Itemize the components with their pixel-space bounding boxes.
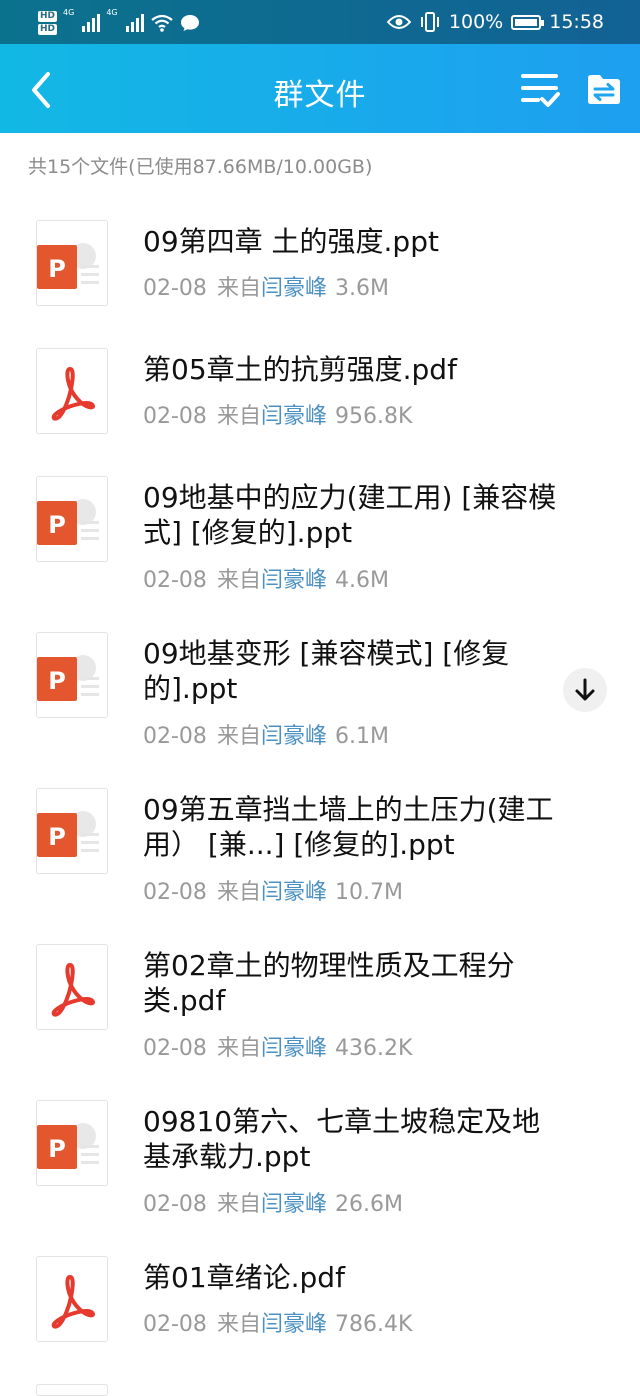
list-check-icon[interactable] [520, 70, 560, 108]
network-label-b: 4G [106, 8, 118, 17]
list-item[interactable]: P 09地基中的应力(建工用) [兼容模式] [修复的].ppt 02-08 来自… [0, 476, 640, 632]
file-size: 4.6M [334, 568, 389, 593]
file-sender[interactable]: 闫豪峰 [261, 1312, 327, 1337]
file-name: 09第四章 土的强度.ppt [143, 225, 439, 258]
list-item[interactable]: P 09地基变形 [兼容模式] [修复的].ppt 02-08 来自闫豪峰 6.1M [0, 632, 640, 788]
list-item[interactable]: P 09第四章 土的强度.ppt 02-08 来自闫豪峰 3.6M [0, 220, 640, 348]
status-left: HD HD 4G 4G [38, 8, 200, 38]
ppt-file-icon: P [36, 476, 108, 562]
ppt-file-icon: P [36, 220, 108, 306]
file-from: 来自 [216, 724, 261, 749]
file-size: 956.8K [334, 404, 413, 429]
file-name: 09第五章挡土墙上的土压力(建工用） [兼...] [修复的].ppt [143, 793, 554, 861]
file-size: 6.1M [334, 724, 389, 749]
hd-badges: HD HD [38, 11, 58, 35]
app-header: HD HD 4G 4G 100% 15:58 群文件 [0, 0, 640, 133]
file-sender[interactable]: 闫豪峰 [261, 1036, 327, 1061]
file-date: 02-08 [143, 1192, 207, 1217]
file-icon [36, 1384, 108, 1396]
clock: 15:58 [549, 11, 604, 33]
file-size: 786.4K [334, 1312, 413, 1337]
svg-text:P: P [48, 1135, 66, 1163]
file-from: 来自 [216, 404, 261, 429]
network-label-a: 4G [63, 8, 75, 17]
message-icon [180, 15, 199, 31]
eye-icon [386, 15, 411, 29]
file-meta: 02-08 来自闫豪峰 436.2K [143, 1030, 412, 1062]
file-date: 02-08 [143, 1312, 207, 1337]
list-item[interactable]: 第02章土的物理性质及工程分类.pdf 02-08 来自闫豪峰 436.2K [0, 944, 640, 1100]
file-from: 来自 [216, 1312, 261, 1337]
svg-text:P: P [48, 511, 66, 539]
ppt-file-icon: P [36, 1100, 108, 1186]
file-sender[interactable]: 闫豪峰 [261, 404, 327, 429]
ppt-file-icon: P [36, 632, 108, 718]
file-date: 02-08 [143, 880, 207, 905]
file-name: 第01章绪论.pdf [143, 1261, 345, 1294]
status-bar: HD HD 4G 4G 100% 15:58 [0, 0, 640, 44]
svg-text:P: P [48, 255, 66, 283]
file-meta: 02-08 来自闫豪峰 4.6M [143, 562, 389, 594]
file-date: 02-08 [143, 1036, 207, 1061]
file-from: 来自 [216, 880, 261, 905]
file-date: 02-08 [143, 568, 207, 593]
file-size: 10.7M [334, 880, 403, 905]
file-size: 3.6M [334, 276, 389, 301]
file-from: 来自 [216, 1036, 261, 1061]
file-meta: 02-08 来自闫豪峰 6.1M [143, 718, 389, 750]
file-date: 02-08 [143, 724, 207, 749]
file-sender[interactable]: 闫豪峰 [261, 880, 327, 905]
file-sender[interactable]: 闫豪峰 [261, 276, 327, 301]
file-meta: 02-08 来自闫豪峰 26.6M [143, 1186, 403, 1218]
file-name: 第02章土的物理性质及工程分类.pdf [143, 949, 515, 1017]
file-size: 26.6M [334, 1192, 403, 1217]
ppt-file-icon: P [36, 788, 108, 874]
file-sender[interactable]: 闫豪峰 [261, 1192, 327, 1217]
battery-icon [511, 14, 545, 30]
file-sender[interactable]: 闫豪峰 [261, 568, 327, 593]
svg-text:P: P [48, 823, 66, 851]
nav-bar: 群文件 [0, 44, 640, 133]
hd-icon: HD [38, 11, 58, 22]
list-item[interactable]: 第01章绪论.pdf 02-08 来自闫豪峰 786.4K [0, 1256, 640, 1384]
list-item[interactable]: P 09810第六、七章土坡稳定及地基承载力.ppt 02-08 来自闫豪峰 26.… [0, 1100, 640, 1256]
file-meta: 02-08 来自闫豪峰 786.4K [143, 1306, 412, 1338]
folder-transfer-icon[interactable] [586, 72, 622, 106]
battery-percent: 100% [448, 11, 504, 33]
wifi-icon [150, 14, 173, 32]
file-name: 第05章土的抗剪强度.pdf [143, 353, 457, 386]
arrow-down-icon [575, 678, 595, 701]
file-from: 来自 [216, 1192, 261, 1217]
vibrate-icon [420, 12, 439, 32]
pdf-file-icon [36, 348, 108, 434]
pdf-file-icon [36, 944, 108, 1030]
list-item[interactable]: 第05章土的抗剪强度.pdf 02-08 来自闫豪峰 956.8K [0, 348, 640, 476]
file-date: 02-08 [143, 404, 207, 429]
hd-icon: HD [38, 24, 58, 35]
signal-icon [125, 14, 144, 32]
storage-summary: 共15个文件(已使用87.66MB/10.00GB) [28, 156, 373, 178]
list-item-partial[interactable] [0, 1384, 640, 1396]
file-meta: 02-08 来自闫豪峰 3.6M [143, 270, 389, 302]
file-meta: 02-08 来自闫豪峰 956.8K [143, 398, 412, 430]
file-from: 来自 [216, 568, 261, 593]
pdf-file-icon [36, 1256, 108, 1342]
svg-text:P: P [48, 667, 66, 695]
scroll-down-button[interactable] [563, 668, 607, 712]
file-name: 09810第六、七章土坡稳定及地基承载力.ppt [143, 1105, 541, 1173]
file-date: 02-08 [143, 276, 207, 301]
list-item[interactable]: P 09第五章挡土墙上的土压力(建工用） [兼...] [修复的].ppt 02… [0, 788, 640, 944]
file-sender[interactable]: 闫豪峰 [261, 724, 327, 749]
file-name: 09地基变形 [兼容模式] [修复的].ppt [143, 637, 510, 705]
status-right: 100% 15:58 [386, 6, 604, 38]
file-meta: 02-08 来自闫豪峰 10.7M [143, 874, 403, 906]
file-from: 来自 [216, 276, 261, 301]
signal-icon [82, 14, 101, 32]
file-name: 09地基中的应力(建工用) [兼容模式] [修复的].ppt [143, 481, 557, 549]
file-size: 436.2K [334, 1036, 413, 1061]
